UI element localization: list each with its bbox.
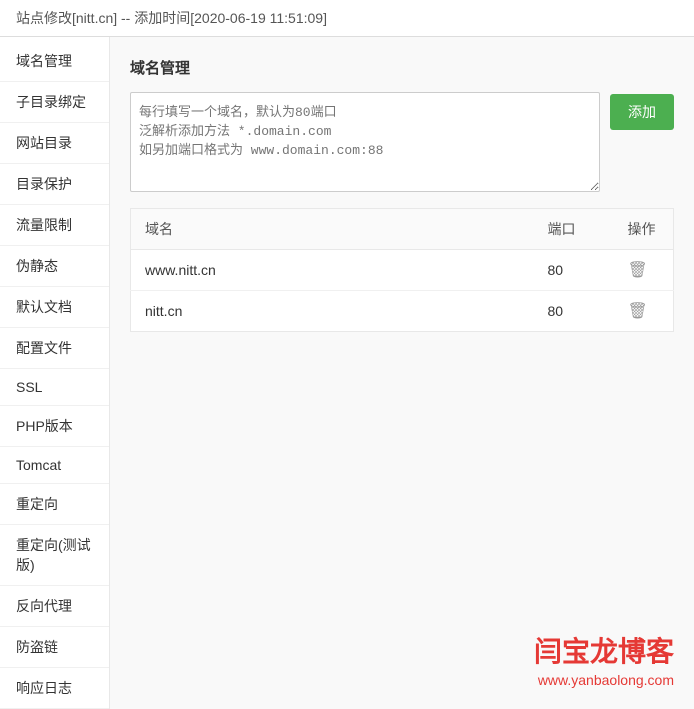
cell-action: 🗑	[614, 250, 674, 291]
sidebar-item-hotlink-protection[interactable]: 防盗链	[0, 627, 109, 668]
sidebar-item-traffic-limit[interactable]: 流量限制	[0, 205, 109, 246]
th-domain: 域名	[131, 209, 534, 250]
delete-icon[interactable]: 🗑	[628, 303, 648, 320]
sidebar-item-redirect[interactable]: 重定向	[0, 484, 109, 525]
domain-table: 域名 端口 操作 www.nitt.cn80 🗑 nitt.cn80 🗑	[130, 208, 674, 332]
table-row: nitt.cn80 🗑	[131, 291, 674, 332]
add-domain-button[interactable]: 添加	[610, 94, 674, 130]
cell-port: 80	[534, 250, 614, 291]
sidebar-item-default-doc[interactable]: 默认文档	[0, 287, 109, 328]
sidebar-item-response-log[interactable]: 响应日志	[0, 668, 109, 709]
th-port: 端口	[534, 209, 614, 250]
sidebar-item-pseudo-static[interactable]: 伪静态	[0, 246, 109, 287]
cell-domain: www.nitt.cn	[131, 250, 534, 291]
sidebar-item-subdir-binding[interactable]: 子目录绑定	[0, 82, 109, 123]
cell-domain: nitt.cn	[131, 291, 534, 332]
delete-icon[interactable]: 🗑	[628, 262, 648, 279]
header: 站点修改[nitt.cn] -- 添加时间[2020-06-19 11:51:0…	[0, 0, 694, 37]
domain-textarea[interactable]	[130, 92, 600, 192]
sidebar-item-domain-management[interactable]: 域名管理	[0, 41, 109, 82]
domain-table-body: www.nitt.cn80 🗑 nitt.cn80 🗑	[131, 250, 674, 332]
sidebar-item-reverse-proxy[interactable]: 反向代理	[0, 586, 109, 627]
watermark: 闫宝龙博客 www.yanbaolong.com	[534, 634, 674, 689]
sidebar: 域名管理子目录绑定网站目录目录保护流量限制伪静态默认文档配置文件SSLPHP版本…	[0, 37, 110, 709]
layout: 域名管理子目录绑定网站目录目录保护流量限制伪静态默认文档配置文件SSLPHP版本…	[0, 37, 694, 709]
sidebar-item-redirect-beta[interactable]: 重定向(测试版)	[0, 525, 109, 586]
th-action: 操作	[614, 209, 674, 250]
section-title: 域名管理	[130, 57, 674, 78]
cell-port: 80	[534, 291, 614, 332]
header-title: 站点修改[nitt.cn] -- 添加时间[2020-06-19 11:51:0…	[16, 10, 327, 26]
sidebar-item-dir-protection[interactable]: 目录保护	[0, 164, 109, 205]
table-header-row: 域名 端口 操作	[131, 209, 674, 250]
watermark-title: 闫宝龙博客	[534, 634, 674, 670]
sidebar-item-tomcat[interactable]: Tomcat	[0, 447, 109, 484]
watermark-url: www.yanbaolong.com	[534, 671, 674, 689]
sidebar-item-ssl[interactable]: SSL	[0, 369, 109, 406]
sidebar-item-php-version[interactable]: PHP版本	[0, 406, 109, 447]
main-content: 域名管理 添加 域名 端口 操作 www.nitt.cn80🗑nitt.cn80…	[110, 37, 694, 709]
domain-input-area: 添加	[130, 92, 674, 192]
sidebar-item-website-dir[interactable]: 网站目录	[0, 123, 109, 164]
table-row: www.nitt.cn80 🗑	[131, 250, 674, 291]
cell-action: 🗑	[614, 291, 674, 332]
sidebar-item-config-file[interactable]: 配置文件	[0, 328, 109, 369]
